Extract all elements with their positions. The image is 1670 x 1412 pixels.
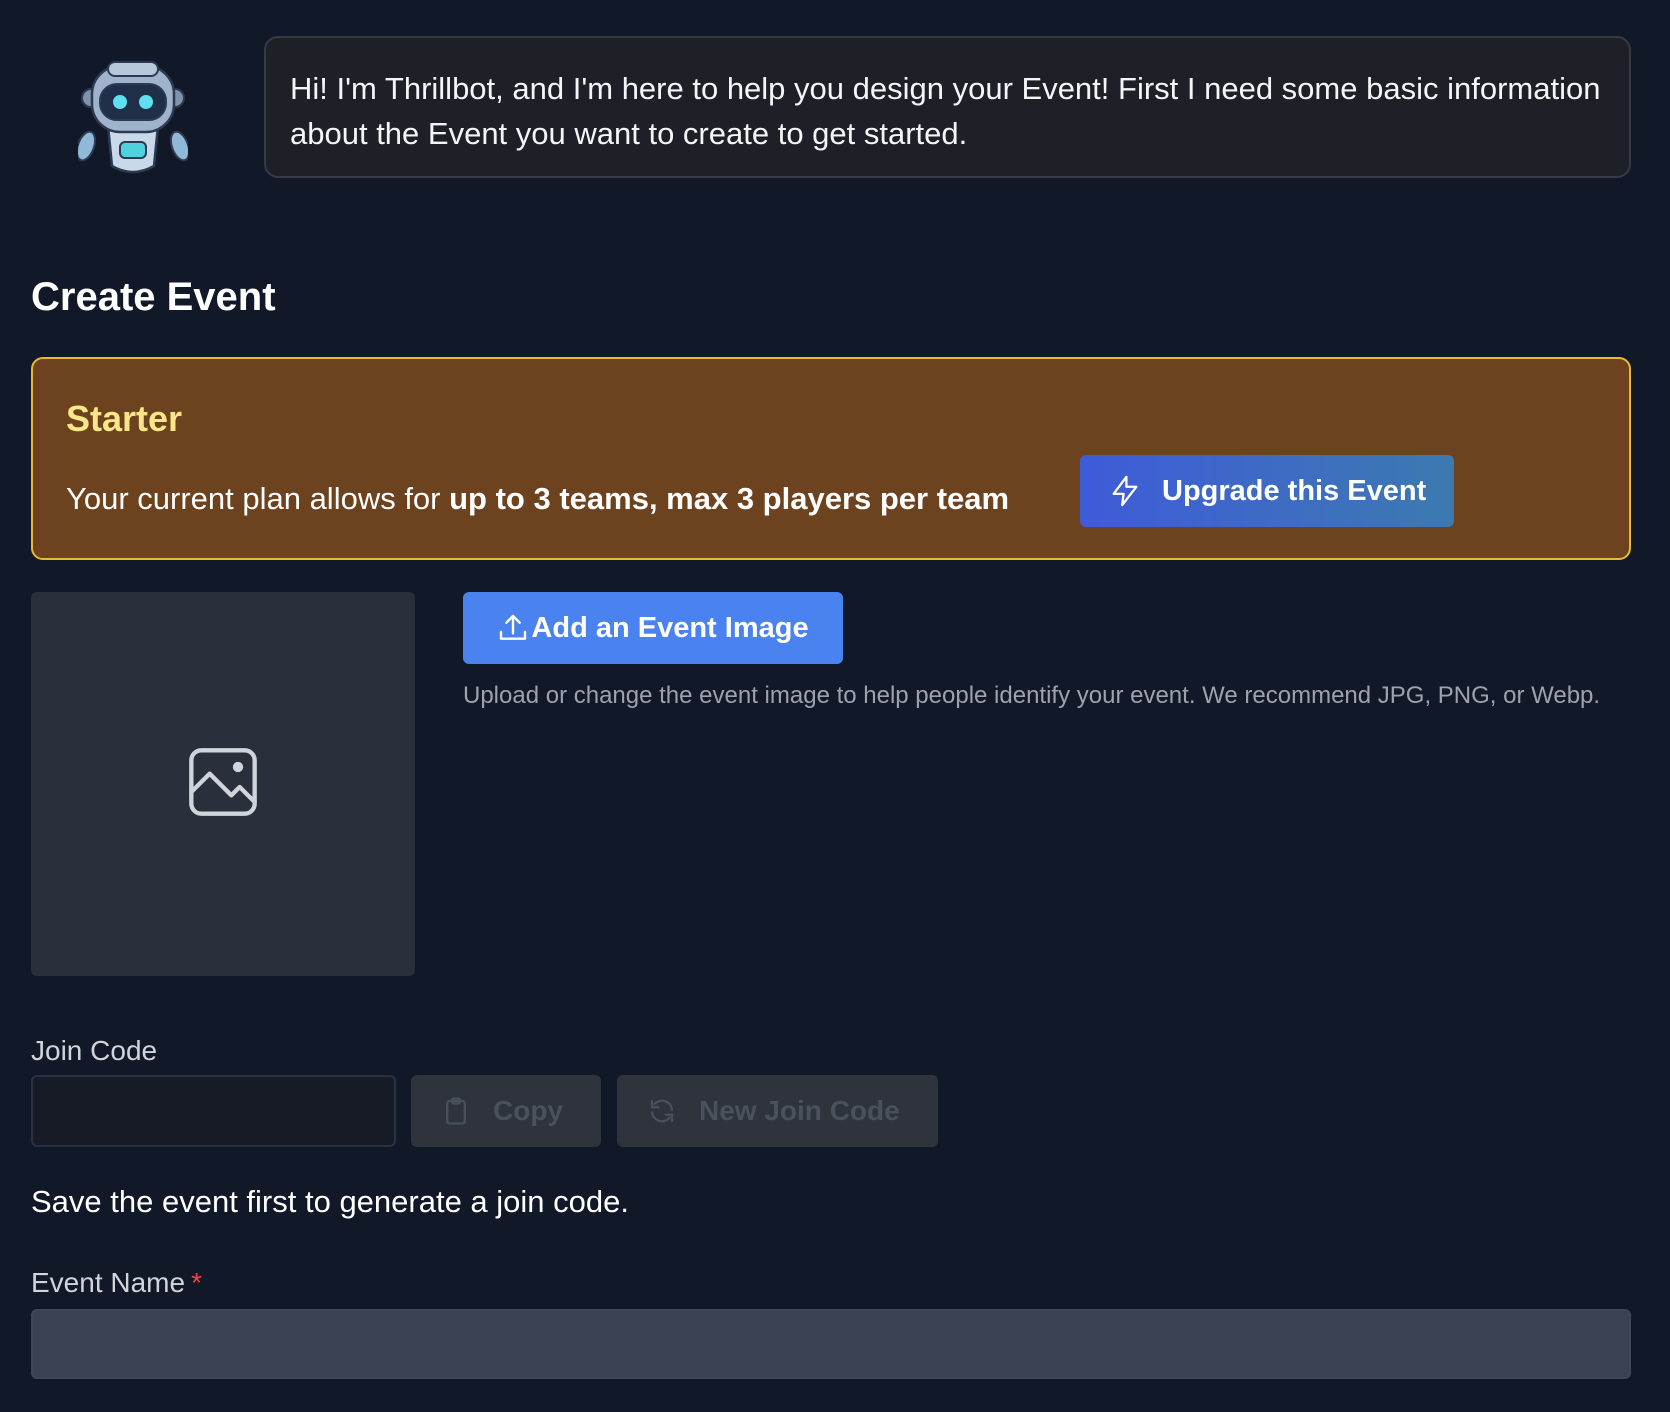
event-name-input[interactable] bbox=[31, 1309, 1631, 1379]
refresh-icon bbox=[647, 1096, 677, 1126]
copy-label: Copy bbox=[493, 1095, 563, 1126]
join-code-input[interactable] bbox=[31, 1075, 396, 1147]
plan-name: Starter bbox=[66, 398, 183, 439]
lightning-bolt-icon bbox=[1108, 474, 1142, 508]
plan-description-prefix: Your current plan allows for bbox=[66, 481, 450, 516]
event-name-label-text: Event Name bbox=[31, 1267, 186, 1298]
event-image-preview[interactable] bbox=[31, 592, 415, 976]
new-join-code-label: New Join Code bbox=[699, 1095, 900, 1126]
event-image-help-text: Upload or change the event image to help… bbox=[463, 682, 1601, 709]
robot-mascot-icon bbox=[75, 56, 191, 180]
join-code-label: Join Code bbox=[31, 1035, 158, 1066]
event-name-label: Event Name * bbox=[31, 1266, 202, 1300]
create-event-page: Hi! I'm Thrillbot, and I'm here to help … bbox=[0, 0, 1670, 1412]
plan-description: Your current plan allows for up to 3 tea… bbox=[66, 477, 1009, 521]
bot-message-bubble: Hi! I'm Thrillbot, and I'm here to help … bbox=[264, 36, 1631, 178]
plan-banner: Starter Your current plan allows for up … bbox=[31, 357, 1631, 560]
clipboard-icon bbox=[441, 1096, 471, 1126]
plan-description-limits: up to 3 teams, max 3 players per team bbox=[449, 481, 1010, 516]
page-title: Create Event bbox=[31, 275, 276, 319]
add-event-image-label: Add an Event Image bbox=[531, 611, 809, 644]
new-join-code-button[interactable]: New Join Code bbox=[617, 1075, 938, 1147]
add-event-image-button[interactable]: Add an Event Image bbox=[463, 592, 843, 664]
image-placeholder-icon bbox=[183, 742, 263, 827]
required-marker: * bbox=[191, 1267, 202, 1298]
upgrade-event-label: Upgrade this Event bbox=[1162, 474, 1427, 507]
upgrade-event-button[interactable]: Upgrade this Event bbox=[1080, 455, 1454, 527]
copy-join-code-button[interactable]: Copy bbox=[411, 1075, 601, 1147]
upload-icon bbox=[497, 612, 529, 644]
bot-message-text: Hi! I'm Thrillbot, and I'm here to help … bbox=[290, 71, 1601, 151]
join-code-note: Save the event first to generate a join … bbox=[31, 1184, 629, 1219]
